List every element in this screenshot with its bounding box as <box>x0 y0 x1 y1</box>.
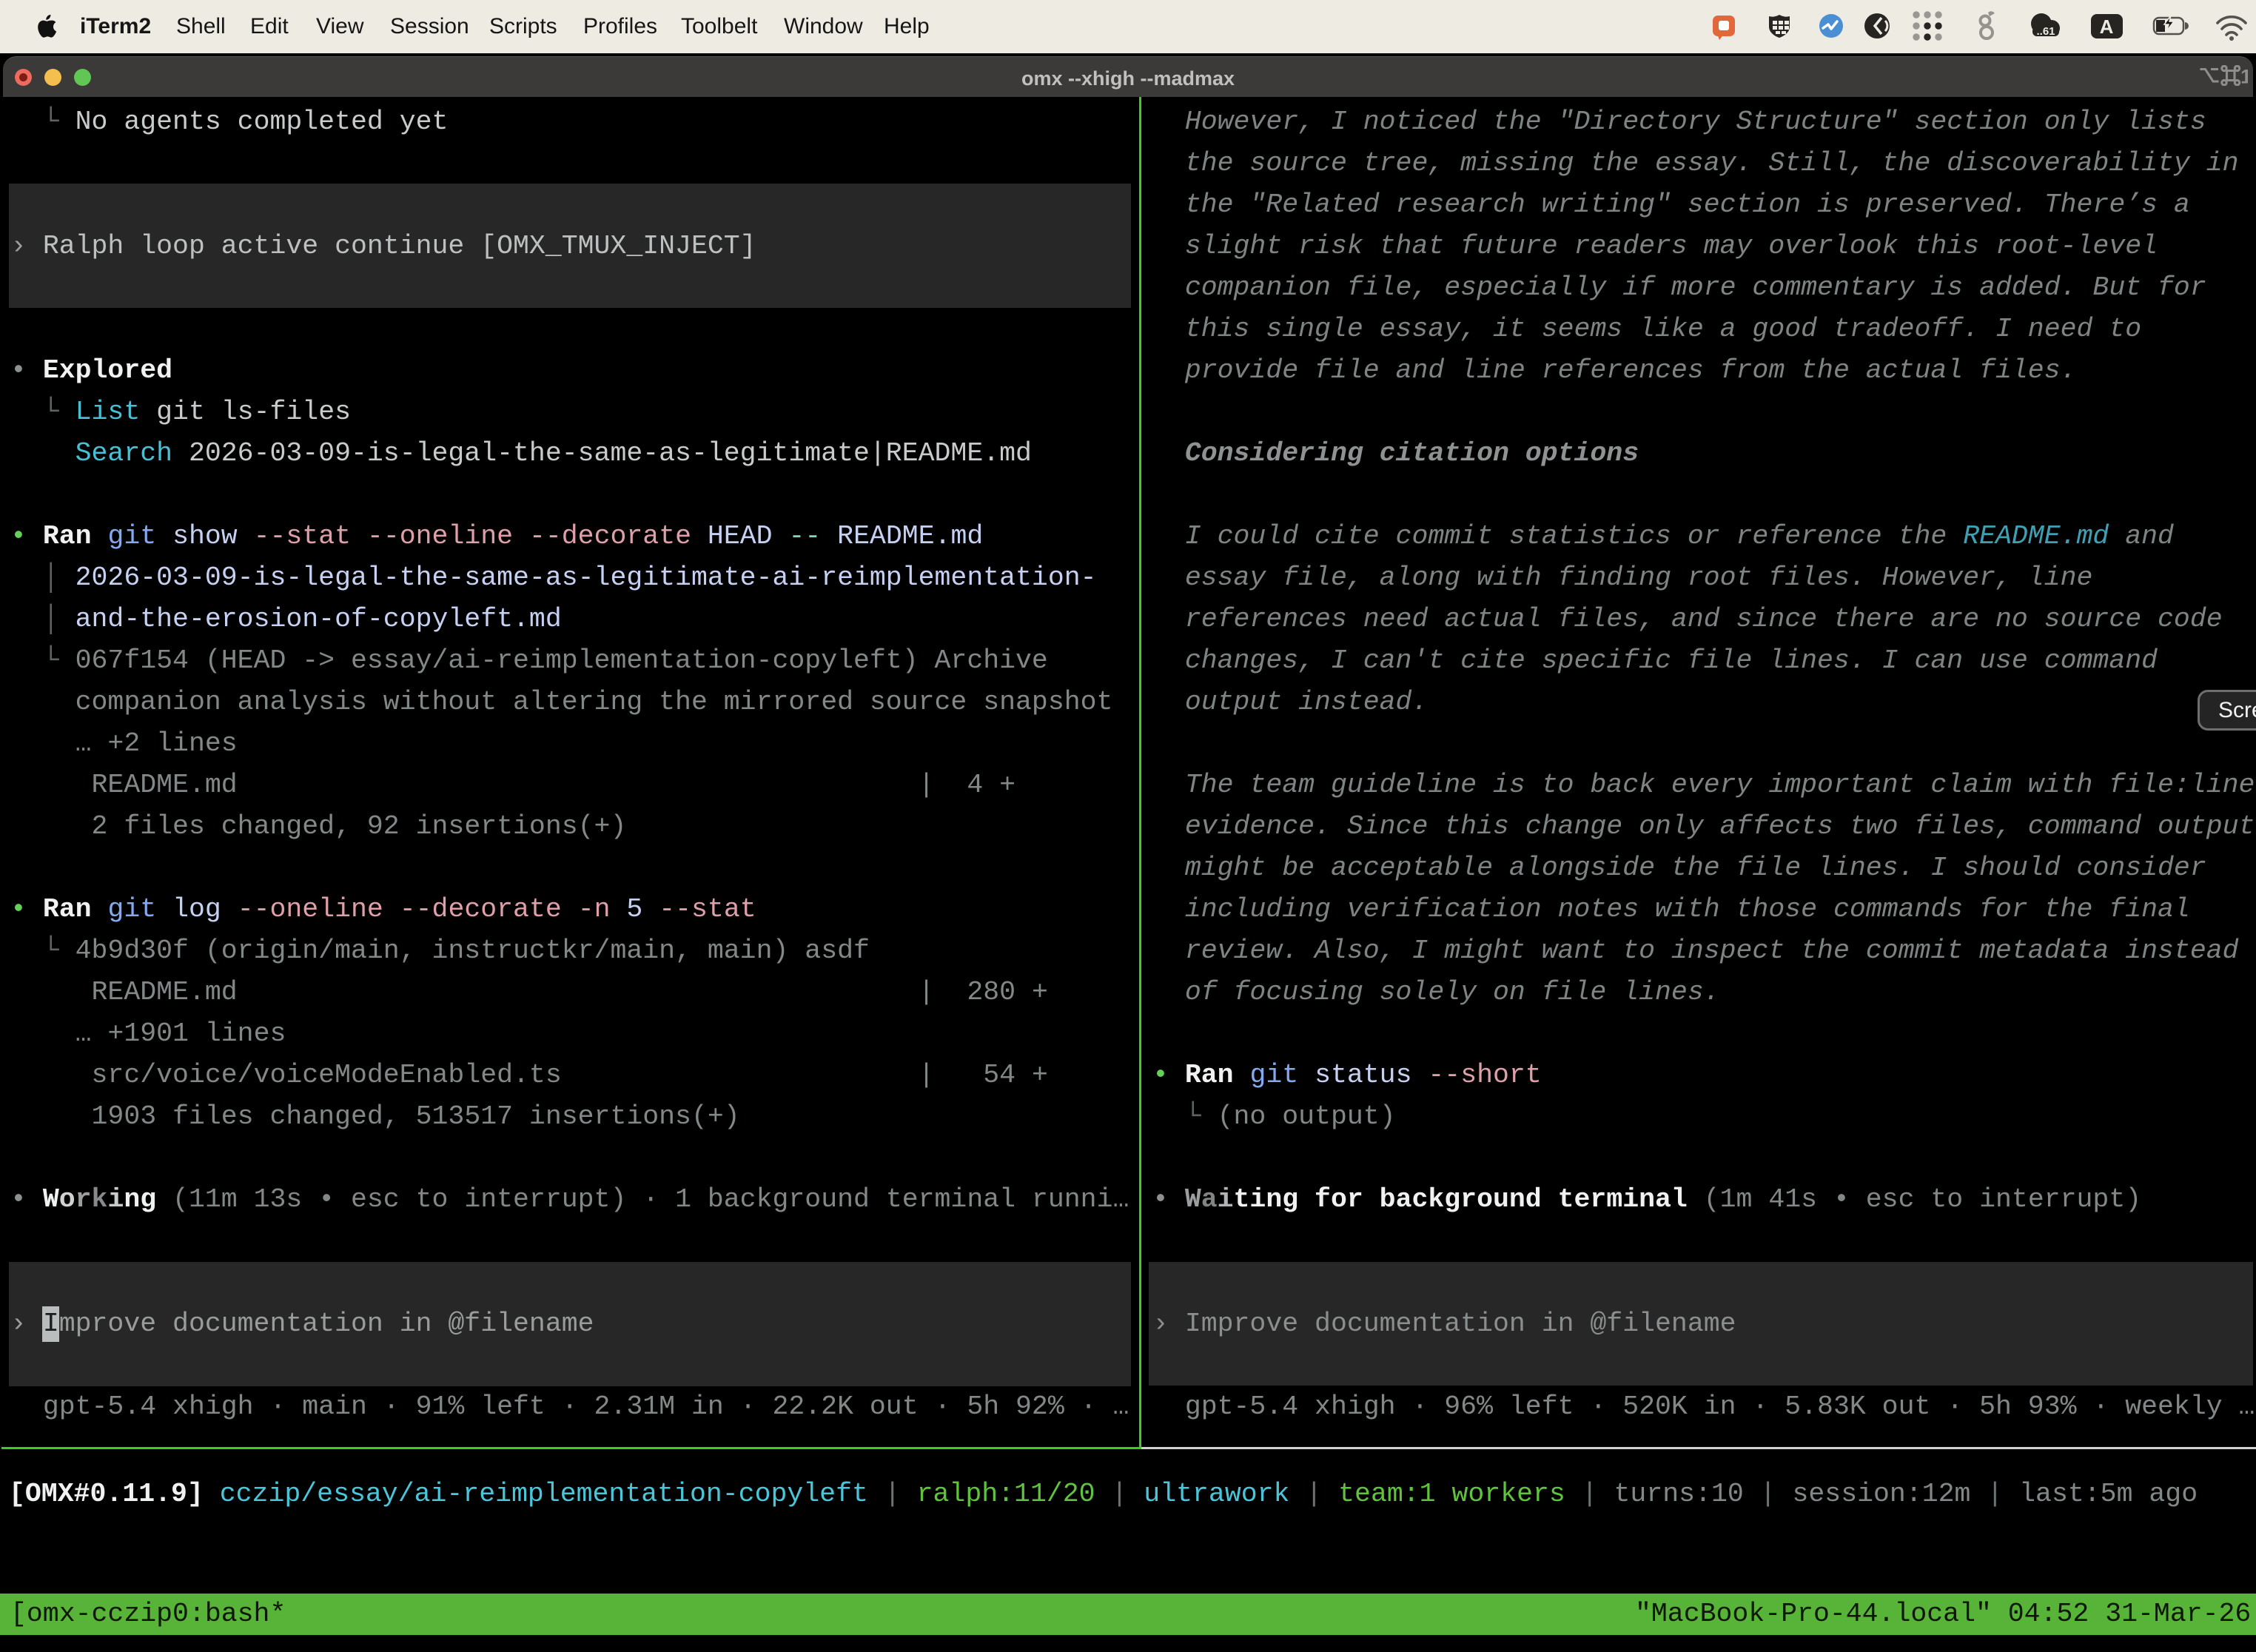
svg-text:..61: ..61 <box>2036 25 2055 38</box>
svg-text:1: 1 <box>2240 66 2248 87</box>
svg-text:A: A <box>2100 16 2114 38</box>
